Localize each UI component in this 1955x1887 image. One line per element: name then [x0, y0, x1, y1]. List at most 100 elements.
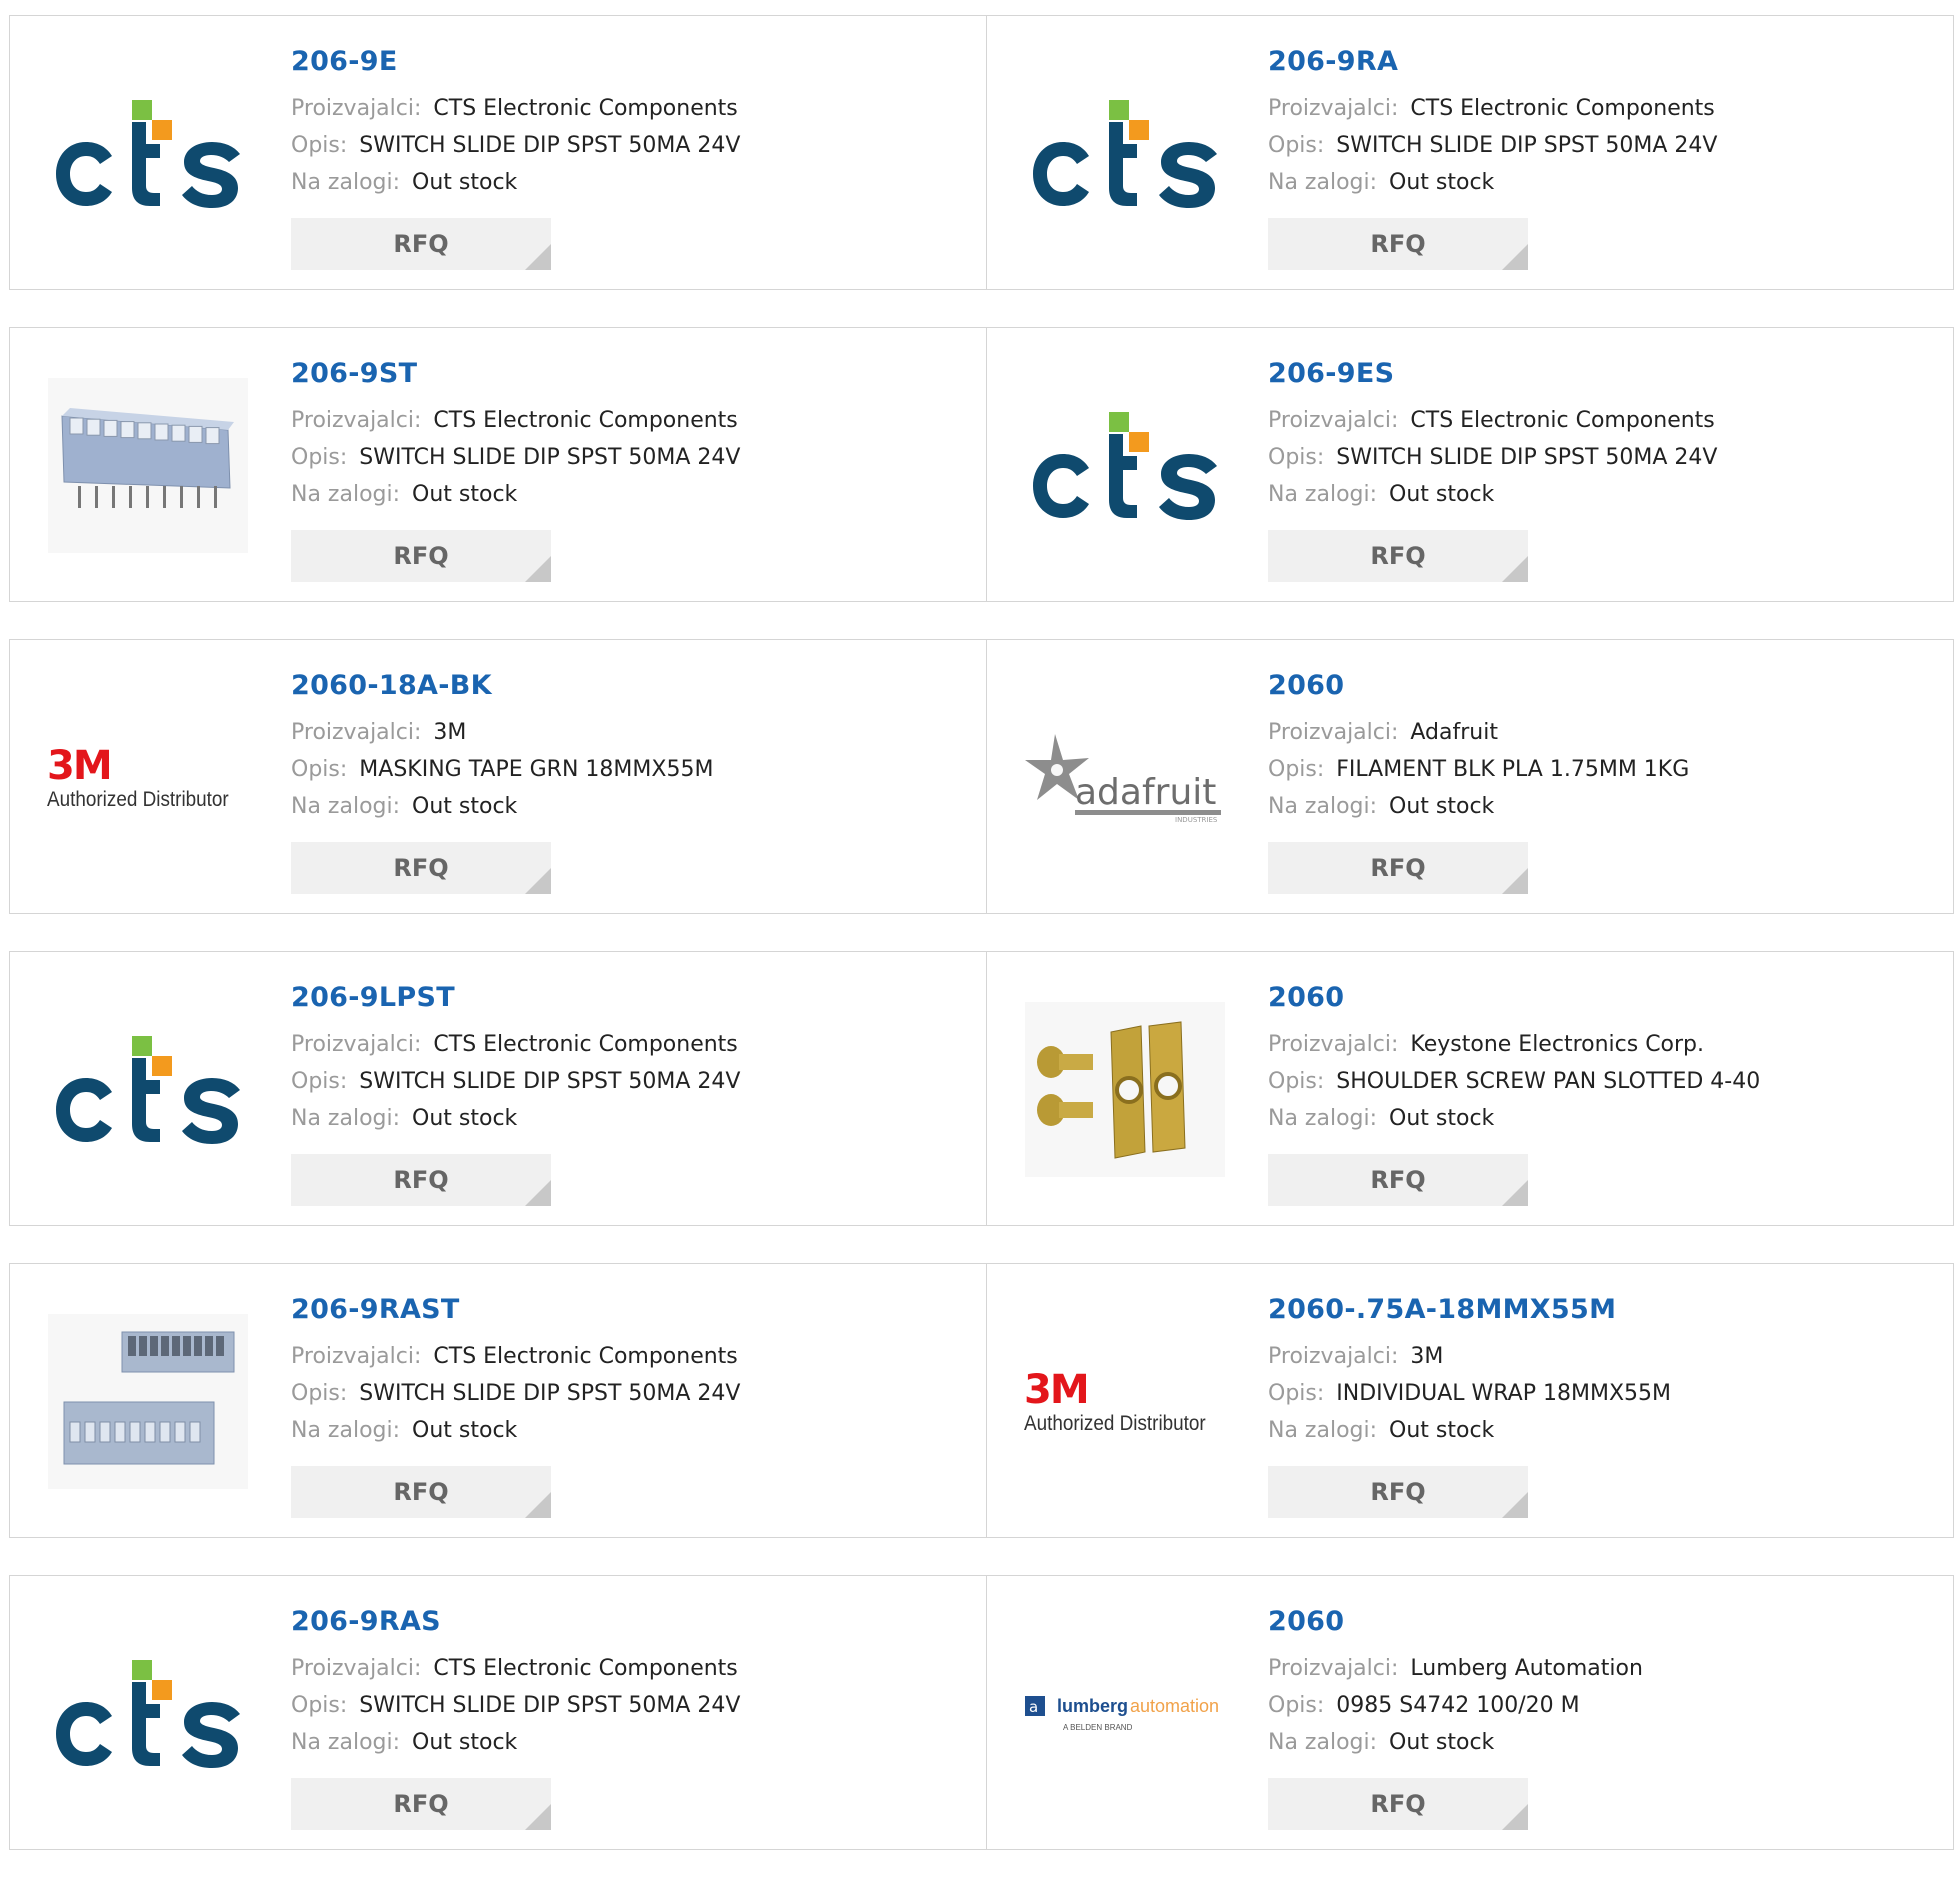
rfq-button[interactable]: RFQ [291, 842, 551, 894]
product-image[interactable] [48, 1002, 248, 1177]
part-number-link[interactable]: 2060 [1268, 982, 1943, 1013]
product-image[interactable]: a lumberg automation A BELDEN BRAND [1025, 1626, 1225, 1801]
stock-value: Out stock [412, 794, 518, 819]
rfq-button[interactable]: RFQ [1268, 1154, 1528, 1206]
stock-line: Na zalogi: Out stock [291, 476, 976, 513]
rfq-button[interactable]: RFQ [1268, 218, 1528, 270]
part-number-link[interactable]: 206-9ST [291, 358, 976, 389]
product-info: 206-9ES Proizvajalci: CTS Electronic Comp… [1268, 358, 1943, 513]
part-number-link[interactable]: 206-9ES [1268, 358, 1943, 389]
product-image[interactable] [48, 66, 248, 241]
product-info: 2060 Proizvajalci: Keystone Electronics C… [1268, 982, 1943, 1137]
part-number-link[interactable]: 206-9LPST [291, 982, 976, 1013]
product-card: 206-9RAS Proizvajalci: CTS Electronic Com… [9, 1575, 987, 1850]
description-value: SHOULDER SCREW PAN SLOTTED 4-40 [1336, 1069, 1761, 1094]
manufacturer-line: Proizvajalci: Lumberg Automation [1268, 1650, 1943, 1687]
corner-triangle-icon [1502, 1180, 1528, 1206]
stock-label: Na zalogi: [1268, 794, 1378, 819]
description-label: Opis: [291, 133, 348, 158]
product-image[interactable] [48, 378, 248, 553]
description-label: Opis: [291, 1069, 348, 1094]
rfq-button-label: RFQ [393, 1478, 449, 1506]
stock-line: Na zalogi: Out stock [291, 164, 976, 201]
part-number-link[interactable]: 206-9RAS [291, 1606, 976, 1637]
rfq-button[interactable]: RFQ [1268, 530, 1528, 582]
product-info: 206-9LPST Proizvajalci: CTS Electronic Co… [291, 982, 976, 1137]
manufacturer-value: 3M [1410, 1344, 1444, 1369]
product-image[interactable] [48, 1626, 248, 1801]
manufacturer-value: CTS Electronic Components [433, 408, 738, 433]
manufacturer-label: Proizvajalci: [291, 1032, 422, 1057]
part-number-link[interactable]: 2060-.75A-18MMX55M [1268, 1294, 1943, 1325]
cts-logo [1033, 99, 1217, 208]
product-row: 206-9RAS Proizvajalci: CTS Electronic Com… [9, 1575, 1955, 1850]
description-value: SWITCH SLIDE DIP SPST 50MA 24V [359, 133, 741, 158]
rfq-button[interactable]: RFQ [291, 530, 551, 582]
manufacturer-value: CTS Electronic Components [433, 1032, 738, 1057]
3m-logo-mark: 3M [47, 742, 113, 789]
product-image[interactable] [1025, 378, 1225, 553]
manufacturer-label: Proizvajalci: [291, 408, 422, 433]
corner-triangle-icon [525, 1492, 551, 1518]
corner-triangle-icon [1502, 556, 1528, 582]
rfq-button[interactable]: RFQ [1268, 1466, 1528, 1518]
part-number-link[interactable]: 206-9RAST [291, 1294, 976, 1325]
svg-text:a: a [1029, 1698, 1038, 1716]
rfq-button[interactable]: RFQ [291, 218, 551, 270]
rfq-button[interactable]: RFQ [291, 1778, 551, 1830]
product-info: 2060-18A-BK Proizvajalci: 3M Opis: MASKING… [291, 670, 976, 825]
part-number-link[interactable]: 2060 [1268, 670, 1943, 701]
product-info: 206-9E Proizvajalci: CTS Electronic Compo… [291, 46, 976, 201]
lumberg-logo: a lumberg automation A BELDEN BRAND [1025, 1695, 1219, 1732]
part-number-link[interactable]: 2060 [1268, 1606, 1943, 1637]
manufacturer-line: Proizvajalci: Adafruit [1268, 714, 1943, 751]
rfq-button-label: RFQ [1370, 854, 1426, 882]
manufacturer-value: Lumberg Automation [1410, 1656, 1643, 1681]
stock-line: Na zalogi: Out stock [1268, 1412, 1943, 1449]
stock-value: Out stock [1389, 1418, 1495, 1443]
manufacturer-value: CTS Electronic Components [433, 96, 738, 121]
part-number-link[interactable]: 2060-18A-BK [291, 670, 976, 701]
3m-logo-subtitle: Authorized Distributor [47, 787, 229, 811]
manufacturer-line: Proizvajalci: CTS Electronic Components [291, 1026, 976, 1063]
product-image[interactable]: 3M Authorized Distributor [1024, 1314, 1225, 1489]
description-value: MASKING TAPE GRN 18MMX55M [359, 757, 714, 782]
product-image[interactable]: adafruit INDUSTRIES [1025, 690, 1225, 865]
product-image[interactable]: 3M Authorized Distributor [47, 690, 248, 865]
stock-line: Na zalogi: Out stock [291, 1100, 976, 1137]
stock-line: Na zalogi: Out stock [291, 788, 976, 825]
description-value: SWITCH SLIDE DIP SPST 50MA 24V [359, 1693, 741, 1718]
rfq-button[interactable]: RFQ [291, 1154, 551, 1206]
stock-label: Na zalogi: [291, 170, 401, 195]
corner-triangle-icon [525, 556, 551, 582]
product-info: 2060-.75A-18MMX55M Proizvajalci: 3M Opis:… [1268, 1294, 1943, 1449]
product-image[interactable] [48, 1314, 248, 1489]
product-row: 3M Authorized Distributor 2060-18A-BK Pr… [9, 639, 1955, 914]
description-value: SWITCH SLIDE DIP SPST 50MA 24V [359, 445, 741, 470]
manufacturer-label: Proizvajalci: [1268, 1344, 1399, 1369]
corner-triangle-icon [525, 1180, 551, 1206]
manufacturer-line: Proizvajalci: CTS Electronic Components [291, 1338, 976, 1375]
stock-value: Out stock [1389, 170, 1495, 195]
screw-clips-photo [1025, 1002, 1225, 1177]
corner-triangle-icon [1502, 1492, 1528, 1518]
description-value: SWITCH SLIDE DIP SPST 50MA 24V [359, 1069, 741, 1094]
product-card: 206-9RA Proizvajalci: CTS Electronic Comp… [986, 15, 1954, 290]
stock-label: Na zalogi: [1268, 170, 1378, 195]
part-number-link[interactable]: 206-9RA [1268, 46, 1943, 77]
description-label: Opis: [291, 757, 348, 782]
stock-label: Na zalogi: [291, 482, 401, 507]
rfq-button[interactable]: RFQ [1268, 842, 1528, 894]
description-value: SWITCH SLIDE DIP SPST 50MA 24V [359, 1381, 741, 1406]
rfq-button[interactable]: RFQ [291, 1466, 551, 1518]
product-image[interactable] [1025, 66, 1225, 241]
description-label: Opis: [291, 1693, 348, 1718]
part-number-link[interactable]: 206-9E [291, 46, 976, 77]
manufacturer-line: Proizvajalci: CTS Electronic Components [1268, 90, 1943, 127]
3m-logo-mark: 3M [1024, 1366, 1090, 1413]
rfq-button-label: RFQ [1370, 1790, 1426, 1818]
product-image[interactable] [1025, 1002, 1225, 1177]
rfq-button[interactable]: RFQ [1268, 1778, 1528, 1830]
stock-line: Na zalogi: Out stock [291, 1724, 976, 1761]
description-value: SWITCH SLIDE DIP SPST 50MA 24V [1336, 133, 1718, 158]
